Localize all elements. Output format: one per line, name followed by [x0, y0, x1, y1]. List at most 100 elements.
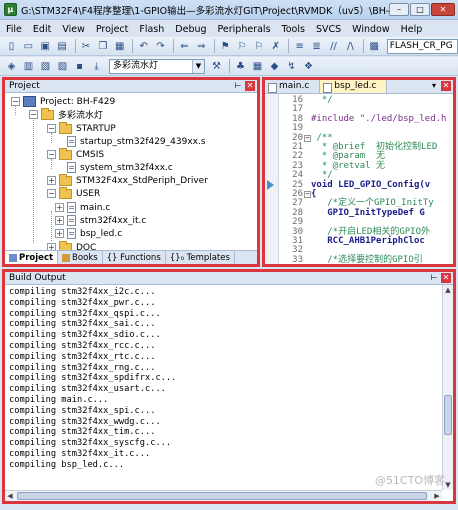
manage-components-icon[interactable]: ♣: [233, 59, 248, 74]
download-icon[interactable]: ⤓: [89, 59, 104, 74]
collapse-icon[interactable]: −: [47, 150, 56, 159]
indent-icon[interactable]: ≡: [292, 39, 307, 54]
folder-icon: [59, 121, 72, 134]
tree-item-project-root[interactable]: − Project: BH-F429: [11, 95, 115, 108]
open-folder-icon[interactable]: ▭: [21, 39, 36, 54]
expand-icon[interactable]: +: [55, 203, 64, 212]
tab-main-c[interactable]: main.c: [265, 80, 321, 93]
close-button[interactable]: ✕: [431, 3, 455, 16]
tree-item-file[interactable]: + bsp_led.c: [55, 227, 122, 240]
expand-icon[interactable]: +: [47, 176, 56, 185]
close-icon[interactable]: ✕: [441, 81, 451, 91]
maximize-button[interactable]: □: [410, 3, 430, 16]
target-select[interactable]: 多彩流水灯 ▼: [109, 58, 205, 74]
translate-icon[interactable]: ◈: [4, 59, 19, 74]
run-time-env-icon[interactable]: ◆: [267, 59, 282, 74]
tab-functions[interactable]: {} Functions: [103, 251, 166, 264]
scroll-up-icon[interactable]: ▲: [443, 285, 453, 295]
save-icon[interactable]: ▣: [38, 39, 53, 54]
tree-item-label: main.c: [80, 202, 111, 213]
scrollbar-thumb[interactable]: [444, 395, 452, 435]
tree-item-file[interactable]: + main.c: [55, 201, 110, 214]
cut-icon[interactable]: ✂: [79, 39, 94, 54]
tree-item-user[interactable]: − USER: [47, 186, 100, 200]
tree-item-file[interactable]: startup_stm32f429_439xx.s: [67, 135, 206, 148]
build-icon[interactable]: ▥: [21, 59, 36, 74]
tab-list-icon[interactable]: ▾: [429, 81, 439, 91]
tab-project[interactable]: Project: [5, 251, 59, 264]
code-editor[interactable]: 16 */17 18 #include "./led/bsp_led.h 19 20 /…: [265, 94, 453, 264]
flash-algorithm-field[interactable]: FLASH_CR_PG: [386, 38, 458, 54]
find-in-files-icon[interactable]: ▩: [367, 39, 382, 54]
menu-help[interactable]: Help: [401, 24, 423, 35]
build-output-text[interactable]: compiling stm32f4xx_i2c.c... compiling st…: [9, 287, 176, 471]
chevron-down-icon[interactable]: ▼: [192, 59, 204, 73]
tree-item-startup[interactable]: − STARTUP: [47, 121, 116, 135]
menu-flash[interactable]: Flash: [139, 24, 164, 35]
bookmark-clear-icon[interactable]: ✗: [268, 39, 283, 54]
collapse-icon[interactable]: −: [47, 189, 56, 198]
collapse-icon[interactable]: −: [47, 124, 56, 133]
tab-bsp-led-c[interactable]: bsp_led.c: [320, 80, 388, 93]
select-packs-icon[interactable]: ↯: [284, 59, 299, 74]
paste-icon[interactable]: ▦: [112, 39, 127, 54]
fold-icon[interactable]: −: [304, 134, 311, 142]
menu-file[interactable]: File: [6, 24, 22, 35]
expand-icon[interactable]: +: [55, 229, 64, 238]
menu-svcs[interactable]: SVCS: [316, 24, 341, 35]
menu-tools[interactable]: Tools: [282, 24, 305, 35]
nav-back-icon[interactable]: ⇐: [177, 39, 192, 54]
save-all-icon[interactable]: ▤: [55, 39, 70, 54]
scrollbar-thumb[interactable]: [17, 492, 427, 500]
outdent-icon[interactable]: ≣: [309, 39, 324, 54]
menu-peripherals[interactable]: Peripherals: [218, 24, 271, 35]
vertical-scrollbar[interactable]: ▲ ▼: [442, 285, 453, 490]
collapse-icon[interactable]: −: [29, 110, 38, 119]
pack-installer-icon[interactable]: ▦: [250, 59, 265, 74]
copy-icon[interactable]: ❐: [95, 39, 110, 54]
bookmark-next-icon[interactable]: ⚐: [252, 39, 267, 54]
comment-icon[interactable]: //: [326, 39, 341, 54]
tab-templates[interactable]: {}₀ Templates: [166, 251, 235, 264]
nav-forward-icon[interactable]: ⇒: [194, 39, 209, 54]
build-output-line: compiling stm32f4xx_it.c...: [9, 448, 151, 459]
menu-project[interactable]: Project: [96, 24, 129, 35]
menu-view[interactable]: View: [62, 24, 85, 35]
uncomment-icon[interactable]: /\: [343, 39, 358, 54]
pin-icon[interactable]: ⊢: [233, 81, 243, 91]
tree-item-label: STM32F4xx_StdPeriph_Driver: [76, 175, 208, 186]
new-file-icon[interactable]: ▯: [4, 39, 19, 54]
redo-icon[interactable]: ↷: [153, 39, 168, 54]
tree-item-file[interactable]: system_stm32f4xx.c: [67, 161, 173, 174]
batch-build-icon[interactable]: ▨: [55, 59, 70, 74]
collapse-icon[interactable]: −: [11, 97, 20, 106]
expand-icon[interactable]: +: [55, 216, 64, 225]
bookmark-icon[interactable]: ⚑: [218, 39, 233, 54]
close-icon[interactable]: ✕: [245, 81, 255, 91]
minimize-button[interactable]: –: [389, 3, 409, 16]
target-options-icon[interactable]: ⚒: [209, 59, 224, 74]
horizontal-scrollbar[interactable]: ◀ ▶: [5, 490, 442, 501]
tree-item-cmsis[interactable]: − CMSIS: [47, 147, 104, 161]
menu-edit[interactable]: Edit: [33, 24, 51, 35]
panel-controls: ⊢ ✕: [231, 81, 255, 91]
books-icon[interactable]: ❖: [301, 59, 316, 74]
tree-item-file[interactable]: + stm32f4xx_it.c: [55, 214, 146, 227]
build-output-line: compiling stm32f4xx_sai.c...: [9, 319, 156, 330]
fold-icon[interactable]: −: [304, 191, 311, 198]
rebuild-icon[interactable]: ▧: [38, 59, 53, 74]
undo-icon[interactable]: ↶: [136, 39, 151, 54]
scroll-left-icon[interactable]: ◀: [5, 491, 15, 501]
bookmark-prev-icon[interactable]: ⚐: [235, 39, 250, 54]
menu-window[interactable]: Window: [352, 24, 389, 35]
stop-build-icon[interactable]: ▪: [72, 59, 87, 74]
tab-books[interactable]: Books: [58, 251, 103, 264]
scroll-right-icon[interactable]: ▶: [432, 491, 442, 501]
toolbar-separator: [229, 59, 230, 73]
menu-debug[interactable]: Debug: [175, 24, 206, 35]
pin-icon[interactable]: ⊢: [429, 273, 439, 283]
tree-item-stdperiph[interactable]: + STM32F4xx_StdPeriph_Driver: [47, 173, 208, 187]
close-icon[interactable]: ✕: [441, 273, 451, 283]
build-output-header: Build Output ⊢ ✕: [5, 272, 453, 285]
tree-item-target[interactable]: − 多彩流水灯: [29, 107, 103, 121]
